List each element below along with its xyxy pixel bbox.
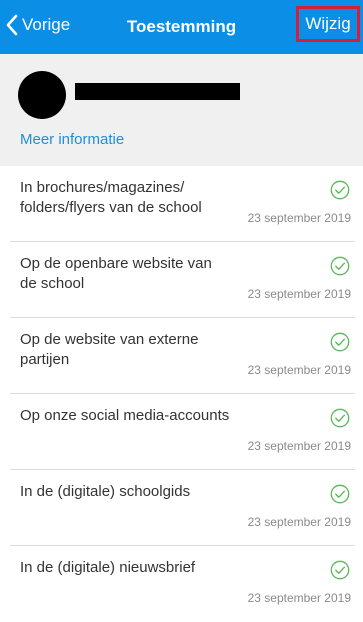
consent-row: In de (digitale) schoolgids 23 september…	[0, 470, 363, 546]
back-button[interactable]: Vorige	[6, 13, 70, 37]
consent-row: In brochures/magazines/ folders/flyers v…	[0, 166, 363, 242]
consent-row: Op onze social media-accounts 23 septemb…	[0, 394, 363, 470]
consent-date: 23 september 2019	[247, 439, 351, 453]
navigation-bar: Vorige Toestemming Wijzig	[0, 0, 363, 54]
consent-label: Op de openbare website van de school	[20, 255, 212, 292]
consent-label: In de (digitale) schoolgids	[20, 483, 191, 500]
consent-label: In brochures/magazines/ folders/flyers v…	[20, 179, 202, 216]
consent-date: 23 september 2019	[247, 211, 351, 225]
chevron-left-icon	[6, 14, 18, 36]
check-circle-icon[interactable]	[330, 180, 350, 200]
back-button-label: Vorige	[22, 15, 71, 34]
consent-date: 23 september 2019	[247, 287, 351, 301]
consent-row: In de (digitale) nieuwsbrief 23 septembe…	[0, 546, 363, 622]
more-info-link[interactable]: Meer informatie	[20, 130, 124, 150]
consent-row: Op de website van externe partijen 23 se…	[0, 318, 363, 394]
consent-label: Op de website van externe partijen	[20, 331, 199, 368]
check-circle-icon[interactable]	[330, 408, 350, 428]
profile-header: Meer informatie	[0, 54, 363, 166]
check-circle-icon[interactable]	[330, 484, 350, 504]
name-redacted	[75, 83, 240, 100]
check-circle-icon[interactable]	[330, 256, 350, 276]
check-circle-icon[interactable]	[330, 560, 350, 580]
consent-date: 23 september 2019	[247, 515, 351, 529]
consent-row: Op de openbare website van de school 23 …	[0, 242, 363, 318]
consent-list: In brochures/magazines/ folders/flyers v…	[0, 166, 363, 622]
consent-label: In de (digitale) nieuwsbrief	[20, 559, 196, 576]
edit-button[interactable]: Wijzig	[296, 6, 360, 42]
consent-label: Op onze social media-accounts	[20, 407, 230, 424]
consent-date: 23 september 2019	[247, 591, 351, 605]
consent-date: 23 september 2019	[247, 363, 351, 377]
avatar	[18, 71, 66, 119]
check-circle-icon[interactable]	[330, 332, 350, 352]
